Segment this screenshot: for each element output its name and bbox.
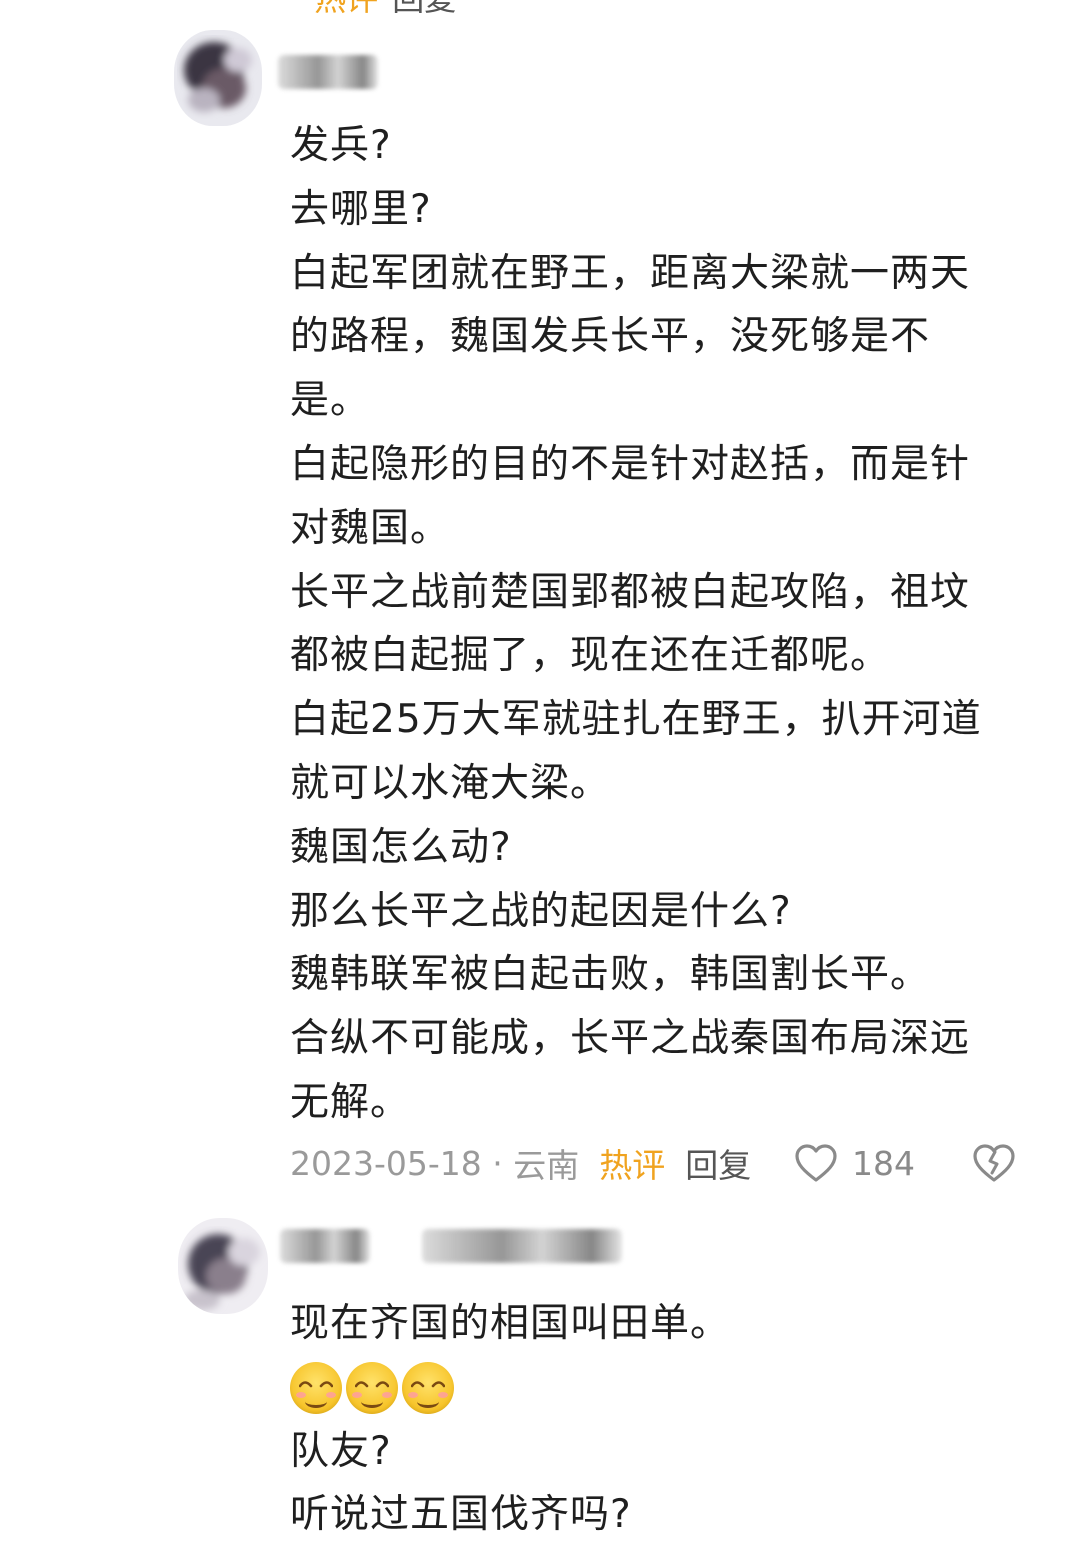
blushing-smile-emoji-icon: [402, 1361, 454, 1414]
comment-line: 是。: [290, 378, 371, 424]
hot-comment-badge: 热评: [599, 1146, 666, 1185]
blurred-avatar-image: [174, 30, 262, 126]
comment-line: 那么长平之战的起因是什么?: [290, 888, 792, 934]
broken-heart-icon: [973, 1144, 1015, 1182]
blurred-avatar-image: [178, 1218, 268, 1314]
comment-line: 去哪里?: [290, 186, 432, 232]
blushing-smile-emoji-icon: [346, 1361, 398, 1414]
comment-line: 白起军团就在野王，距离大梁就一两天: [290, 250, 971, 296]
blushing-smile-emoji-icon: [290, 1361, 342, 1414]
blurred-username: [278, 55, 378, 89]
comment-line: 现在齐国的相国叫田单。: [290, 1301, 731, 1346]
comment-body: 现在齐国的相国叫田单。 队友? 听说过五国伐齐吗?: [290, 1292, 1030, 1547]
comment-line: 合纵不可能成，长平之战秦国布局深远: [290, 1016, 971, 1062]
previous-reply-button[interactable]: 回复: [392, 0, 456, 20]
username-blurred[interactable]: [278, 48, 378, 96]
previous-meta-text: [290, 0, 300, 16]
comment-line: 长平之战前楚国郢都被白起攻陷，祖坟: [290, 569, 971, 615]
comment-location: 云南: [513, 1146, 580, 1185]
comment-line: 队友?: [290, 1428, 392, 1474]
emoji-row: [290, 1356, 1030, 1420]
comment-line: 白起25万大军就驻扎在野王，扒开河道: [290, 697, 982, 743]
comment-line: 听说过五国伐齐吗?: [290, 1492, 632, 1538]
comment-line: 魏国怎么动?: [290, 824, 512, 870]
comment-line: 都被白起掘了，现在还在迁都呢。: [290, 633, 891, 679]
like-button[interactable]: 184: [794, 1143, 915, 1183]
blurred-username: [280, 1229, 370, 1263]
avatar[interactable]: [178, 1218, 268, 1314]
comment-line: 白起隐形的目的不是针对赵括，而是针: [290, 441, 971, 487]
comment-date: 2023-05-18: [290, 1143, 482, 1183]
meta-separator: ·: [481, 1143, 514, 1183]
reply-button[interactable]: 回复: [685, 1139, 751, 1187]
comment-line: 就可以水淹大梁。: [290, 760, 611, 806]
comment-meta: 2023-05-18 · 云南 热评 回复 184: [290, 1140, 1030, 1186]
comment-thread-screen: { "top_meta": { "hot_label": "热评", "repl…: [0, 0, 1080, 1563]
previous-hot-label: 热评: [314, 0, 378, 20]
comment-line: 对魏国。: [290, 505, 451, 551]
previous-comment-meta: 热评 回复: [290, 0, 456, 18]
comment-line: 无解。: [290, 1079, 411, 1125]
dislike-button[interactable]: [972, 1143, 1016, 1183]
comment-line: 魏韩联军被白起击败，韩国割长平。: [290, 952, 931, 998]
comment-body: 发兵? 去哪里? 白起军团就在野王，距离大梁就一两天 的路程，魏国发兵长平，没死…: [290, 114, 1030, 1135]
comment-line: 的路程，魏国发兵长平，没死够是不: [290, 314, 931, 360]
heart-icon: [795, 1144, 837, 1182]
username-blurred[interactable]: [280, 1222, 622, 1270]
comment-line: 发兵?: [290, 123, 392, 168]
blurred-username-suffix: [422, 1229, 622, 1263]
like-count: 184: [852, 1143, 915, 1183]
avatar[interactable]: [174, 30, 262, 126]
